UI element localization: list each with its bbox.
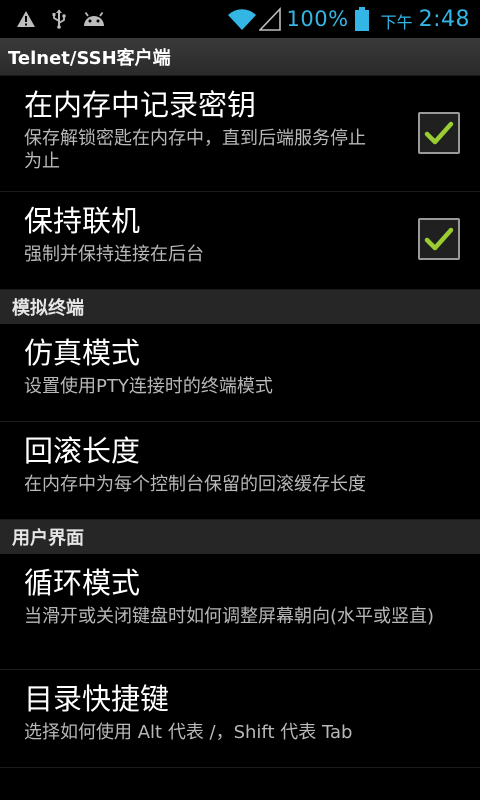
- clock-ampm: 下午: [380, 13, 413, 32]
- category-user-interface: 用户界面: [0, 520, 480, 554]
- category-label: 模拟终端: [12, 298, 84, 319]
- pref-summary: 强制并保持连接在后台: [24, 244, 204, 265]
- pref-title: 在内存中记录密钥: [24, 88, 257, 122]
- warning-icon: [17, 11, 35, 27]
- pref-title: 保持联机: [24, 204, 141, 238]
- pref-summary: 在内存中为每个控制台保留的回滚缓存长度: [24, 474, 366, 495]
- status-bar: 100% 下午 2:48: [0, 0, 480, 38]
- usb-icon: [52, 9, 66, 29]
- pref-emulation-mode[interactable]: 仿真模式 设置使用PTY连接时的终端模式: [0, 324, 480, 422]
- pref-scrollback[interactable]: 回滚长度 在内存中为每个控制台保留的回滚缓存长度: [0, 422, 480, 520]
- screen: 100% 下午 2:48 Telnet/SSH客户端 在内存中记录密钥 保存解锁…: [0, 0, 480, 800]
- android-icon: [84, 11, 104, 26]
- pref-title: 回滚长度: [24, 434, 141, 468]
- system-indicators: 100% 下午 2:48: [227, 5, 470, 33]
- pref-summary: 设置使用PTY连接时的终端模式: [24, 376, 273, 397]
- category-terminal-emulation: 模拟终端: [0, 290, 480, 324]
- pref-summary: 保存解锁密匙在内存中，直到后端服务停止为止: [24, 128, 366, 172]
- title-bar: Telnet/SSH客户端: [0, 38, 480, 76]
- checkmark-icon: [424, 121, 454, 145]
- page-title: Telnet/SSH客户端: [8, 47, 171, 69]
- pref-dir-shortcuts[interactable]: 目录快捷键 选择如何使用 Alt 代表 /，Shift 代表 Tab: [0, 670, 480, 768]
- wifi-icon: [227, 9, 256, 30]
- notification-icons: [16, 9, 106, 29]
- pref-title: 循环模式: [24, 566, 141, 600]
- pref-title: 目录快捷键: [24, 682, 170, 716]
- pref-rotation-mode[interactable]: 循环模式 当滑开或关闭键盘时如何调整屏幕朝向(水平或竖直): [0, 554, 480, 670]
- pref-summary: 选择如何使用 Alt 代表 /，Shift 代表 Tab: [24, 722, 353, 743]
- battery-percent: 100%: [286, 7, 349, 31]
- pref-title: 仿真模式: [24, 336, 141, 370]
- category-label: 用户界面: [12, 528, 84, 549]
- pref-remember-key[interactable]: 在内存中记录密钥 保存解锁密匙在内存中，直到后端服务停止为止: [0, 76, 480, 192]
- signal-icon: [258, 7, 281, 31]
- pref-summary: 当滑开或关闭键盘时如何调整屏幕朝向(水平或竖直): [24, 606, 435, 627]
- preferences-list: 在内存中记录密钥 保存解锁密匙在内存中，直到后端服务停止为止 保持联机 强制并保…: [0, 76, 480, 768]
- clock-time: 2:48: [418, 6, 470, 32]
- checkmark-icon: [424, 227, 454, 251]
- battery-icon: [354, 7, 369, 31]
- pref-keep-alive[interactable]: 保持联机 强制并保持连接在后台: [0, 192, 480, 290]
- keep-alive-checkbox[interactable]: [418, 218, 460, 260]
- remember-key-checkbox[interactable]: [418, 112, 460, 154]
